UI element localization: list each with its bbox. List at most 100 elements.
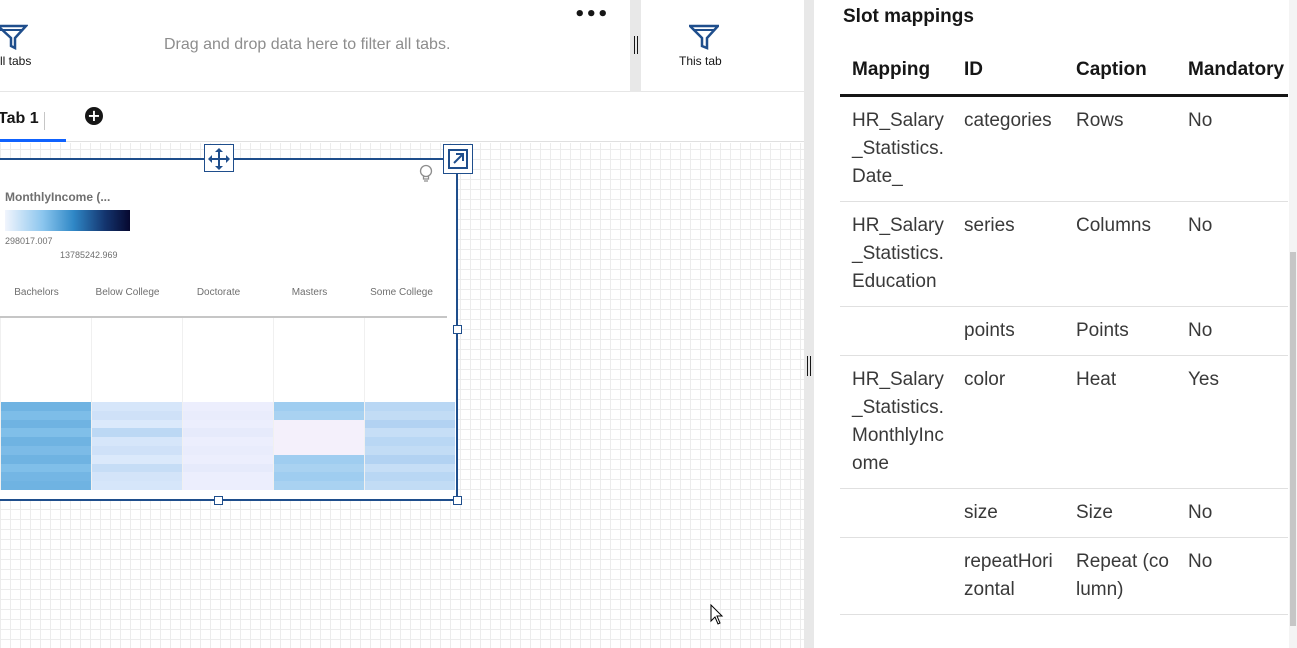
heatmap-cell[interactable] (92, 472, 182, 482)
filter-all-tabs-dropzone[interactable]: ll tabs Drag and drop data here to filte… (0, 0, 630, 92)
heatmap-cell[interactable] (183, 419, 273, 429)
heatmap-cell[interactable] (183, 437, 273, 447)
heatmap-cell[interactable] (274, 463, 364, 473)
heatmap-cell[interactable] (183, 454, 273, 464)
heatmap-cell[interactable] (92, 437, 182, 447)
heatmap-cell[interactable] (92, 410, 182, 420)
heatmap-cell[interactable] (92, 454, 182, 464)
panel-splitter[interactable] (804, 0, 814, 648)
heatmap-cell[interactable] (1, 472, 91, 482)
column-label: Below College (95, 287, 160, 298)
heatmap-column (364, 318, 455, 491)
heatmap-cell[interactable] (274, 454, 364, 464)
cell-mandatory: No (1176, 488, 1288, 538)
heatmap-cell[interactable] (365, 428, 455, 438)
panel-scrollbar-thumb[interactable] (1290, 252, 1296, 626)
header-caption: Caption (1064, 46, 1176, 97)
resize-handle-bottom[interactable] (214, 496, 223, 505)
heatmap-cell[interactable] (274, 419, 364, 429)
heatmap-cell[interactable] (183, 428, 273, 438)
header-mapping: Mapping (840, 46, 952, 97)
resize-handle-corner[interactable] (453, 496, 462, 505)
heatmap-cell[interactable] (365, 463, 455, 473)
heatmap-cell[interactable] (365, 481, 455, 491)
heatmap-cell[interactable] (274, 481, 364, 491)
funnel-icon (0, 24, 28, 50)
panel-title: Slot mappings (843, 6, 974, 27)
filter-bar: ll tabs Drag and drop data here to filte… (0, 0, 804, 92)
table-row: points Points No (840, 306, 1288, 356)
heatmap-cell[interactable] (274, 437, 364, 447)
heatmap-cell[interactable] (274, 446, 364, 456)
cell-id: size (952, 488, 1064, 538)
heatmap-cell[interactable] (92, 402, 182, 412)
legend-title: MonthlyIncome (... (5, 190, 111, 204)
slot-mappings-panel: Slot mappings Mapping ID Caption Mandato… (814, 0, 1297, 648)
heatmap-cell[interactable] (365, 472, 455, 482)
cell-mapping (840, 488, 952, 538)
legend-max-value: 13785242.969 (60, 250, 118, 260)
filter-this-tab-dropzone[interactable]: This tab (641, 0, 804, 92)
header-id: ID (952, 46, 1064, 97)
tab-1[interactable]: Tab 1 (0, 108, 66, 142)
lightbulb-icon[interactable] (418, 164, 434, 188)
heatmap-cell[interactable] (365, 410, 455, 420)
cell-id: repeatHorizontal (952, 537, 1064, 615)
table-row: size Size No (840, 488, 1288, 538)
cell-mandatory: No (1176, 95, 1288, 202)
expand-widget-icon[interactable] (443, 144, 473, 174)
filter-this-tab-label: This tab (679, 54, 722, 68)
heatmap-cell[interactable] (1, 428, 91, 438)
cell-mandatory: No (1176, 306, 1288, 356)
heatmap-cell[interactable] (183, 410, 273, 420)
column-label: Some College (370, 287, 433, 298)
heatmap-cell[interactable] (1, 446, 91, 456)
heatmap-cell[interactable] (274, 428, 364, 438)
heatmap-cell[interactable] (183, 446, 273, 456)
heatmap-cell[interactable] (183, 481, 273, 491)
table-header-row: Mapping ID Caption Mandatory (840, 46, 1288, 97)
tabs-row: Tab 1 (0, 92, 804, 142)
move-widget-icon[interactable] (204, 144, 234, 172)
heatmap-cell[interactable] (183, 463, 273, 473)
filter-all-tabs-label: ll tabs (0, 54, 32, 68)
heatmap-cell[interactable] (365, 437, 455, 447)
heatmap-cell[interactable] (92, 419, 182, 429)
heatmap-cell[interactable] (365, 454, 455, 464)
header-mandatory: Mandatory (1176, 46, 1288, 97)
heatmap-cell[interactable] (1, 410, 91, 420)
heatmap-cell[interactable] (365, 446, 455, 456)
heatmap-column (273, 318, 364, 491)
heatmap-cell[interactable] (1, 463, 91, 473)
cell-caption: Columns (1064, 201, 1176, 307)
heatmap-cell[interactable] (1, 419, 91, 429)
heatmap-cell[interactable] (183, 402, 273, 412)
cell-mandatory: No (1176, 537, 1288, 615)
heatmap-cell[interactable] (92, 481, 182, 491)
heatmap-cell[interactable] (1, 454, 91, 464)
table-row: repeatHorizontal Repeat (column) No (840, 537, 1288, 615)
heatmap-cell[interactable] (274, 410, 364, 420)
heatmap-cell[interactable] (92, 463, 182, 473)
drop-hint-text: Drag and drop data here to filter all ta… (164, 36, 451, 53)
funnel-icon (689, 24, 719, 50)
cell-mandatory: Yes (1176, 355, 1288, 489)
heatmap-cell[interactable] (274, 402, 364, 412)
heatmap-cell[interactable] (92, 428, 182, 438)
more-options-icon[interactable]: ••• (574, 6, 609, 28)
heatmap-cell[interactable] (274, 472, 364, 482)
cell-id: color (952, 355, 1064, 489)
heatmap-cell[interactable] (365, 402, 455, 412)
cell-id: series (952, 201, 1064, 307)
column-label: Doctorate (196, 287, 241, 298)
add-tab-icon[interactable]: + (85, 107, 103, 125)
heatmap-cell[interactable] (92, 446, 182, 456)
filter-split-handle[interactable] (630, 0, 641, 92)
heatmap-cell[interactable] (1, 437, 91, 447)
heatmap-cell[interactable] (365, 419, 455, 429)
table-row: HR_Salary_Statistics.Date_ categories Ro… (840, 95, 1288, 202)
heatmap-cell[interactable] (183, 472, 273, 482)
heatmap-cell[interactable] (1, 481, 91, 491)
table-row: HR_Salary_Statistics.MonthlyIncome color… (840, 355, 1288, 489)
heatmap-cell[interactable] (1, 402, 91, 412)
